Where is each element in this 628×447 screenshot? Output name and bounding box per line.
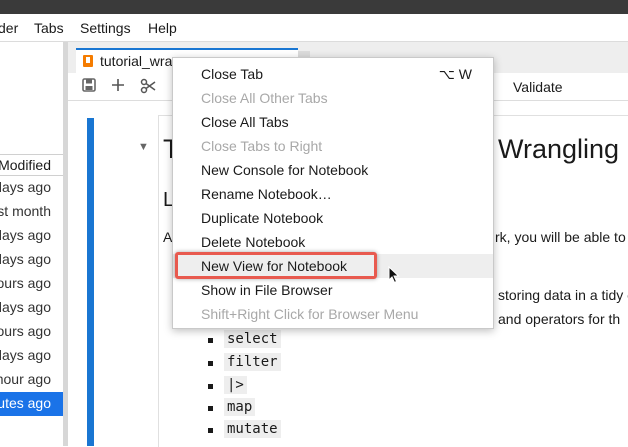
menu-view[interactable]: der xyxy=(0,20,18,36)
inline-code: select xyxy=(224,330,281,348)
menu-item-label: Close All Tabs xyxy=(201,114,289,130)
menu-item-label: Close Tab xyxy=(201,66,264,82)
paragraph-first-char: A xyxy=(163,229,173,245)
file-modified: days ago xyxy=(0,347,51,363)
file-modified: days ago xyxy=(0,227,51,243)
file-row[interactable]: st month xyxy=(0,200,63,224)
menu-settings[interactable]: Settings xyxy=(80,20,131,36)
paragraph-text: rk, you will be able to xyxy=(495,229,626,245)
file-row[interactable]: ours ago xyxy=(0,320,63,344)
menu-item-close-all-other-tabs: Close All Other Tabs xyxy=(173,86,493,110)
menu-item-delete-notebook[interactable]: Delete Notebook xyxy=(173,230,493,254)
file-row[interactable]: days ago xyxy=(0,344,63,368)
inline-code: filter xyxy=(224,353,281,371)
list-item-text: storing data in a tidy c xyxy=(498,287,628,303)
active-cell-indicator[interactable] xyxy=(87,118,94,446)
add-icon[interactable] xyxy=(109,78,127,96)
menu-item-label: Rename Notebook… xyxy=(201,186,332,202)
menu-item-shortcut: ⌥ W xyxy=(438,66,472,82)
bullet xyxy=(208,428,213,433)
modified-column-label: Modified xyxy=(0,157,51,173)
menu-item-close-tab[interactable]: Close Tab ⌥ W xyxy=(173,62,493,86)
bullet xyxy=(208,384,213,389)
menu-item-show-in-file-browser[interactable]: Show in File Browser xyxy=(173,278,493,302)
inline-code: mutate xyxy=(224,420,281,438)
notebook-icon xyxy=(83,55,93,67)
bullet xyxy=(208,361,213,366)
menu-item-close-tabs-to-right: Close Tabs to Right xyxy=(173,134,493,158)
file-modified: days ago xyxy=(0,251,51,267)
menu-item-label: Close All Other Tabs xyxy=(201,90,328,106)
file-modified: ours ago xyxy=(0,323,51,339)
tab-title: tutorial_wran xyxy=(100,53,181,69)
menu-item-label: Duplicate Notebook xyxy=(201,210,324,226)
tab-context-menu: Close Tab ⌥ W Close All Other Tabs Close… xyxy=(172,57,494,329)
file-row[interactable]: days ago xyxy=(0,176,63,200)
menu-item-label: Close Tabs to Right xyxy=(201,138,323,154)
file-modified: days ago xyxy=(0,299,51,315)
menu-item-browser-menu-hint: Shift+Right Click for Browser Menu xyxy=(173,302,493,326)
validate-button[interactable]: Validate xyxy=(513,79,563,95)
mouse-cursor-icon xyxy=(388,265,400,289)
save-icon[interactable] xyxy=(80,78,98,96)
file-browser: Modified days ago st month days ago days… xyxy=(0,42,63,446)
menu-item-label: Show in File Browser xyxy=(201,282,333,298)
menu-item-duplicate-notebook[interactable]: Duplicate Notebook xyxy=(173,206,493,230)
file-modified: st month xyxy=(0,203,51,219)
file-row[interactable]: days ago xyxy=(0,248,63,272)
annotation-highlight-box xyxy=(175,252,377,279)
list-item-text: and operators for th xyxy=(498,311,621,327)
menu-item-label: New Console for Notebook xyxy=(201,162,369,178)
cut-icon[interactable] xyxy=(139,78,157,96)
bullet xyxy=(208,406,213,411)
menubar: der Tabs Settings Help xyxy=(0,14,628,42)
menu-item-rename-notebook[interactable]: Rename Notebook… xyxy=(173,182,493,206)
file-row-selected[interactable]: utes ago xyxy=(0,392,63,416)
menu-item-label: Delete Notebook xyxy=(201,234,306,250)
window-top-strip xyxy=(0,0,628,14)
inline-code: map xyxy=(224,398,256,416)
inline-code: |> xyxy=(224,376,247,394)
menu-item-close-all-tabs[interactable]: Close All Tabs xyxy=(173,110,493,134)
file-modified: ours ago xyxy=(0,275,51,291)
collapse-arrow-icon[interactable]: ▼ xyxy=(138,141,149,153)
file-row[interactable]: days ago xyxy=(0,224,63,248)
bullet xyxy=(208,338,213,343)
menu-help[interactable]: Help xyxy=(148,20,177,36)
file-row[interactable]: days ago xyxy=(0,296,63,320)
menu-tabs[interactable]: Tabs xyxy=(34,20,64,36)
modified-column-header[interactable]: Modified xyxy=(0,154,63,176)
notebook-heading: Wrangling D xyxy=(498,134,628,164)
file-modified: hour ago xyxy=(0,371,51,387)
file-modified: utes ago xyxy=(0,395,51,411)
menu-item-label: Shift+Right Click for Browser Menu xyxy=(201,306,419,322)
file-row[interactable]: ours ago xyxy=(0,272,63,296)
file-modified: days ago xyxy=(0,179,51,195)
menu-item-new-console[interactable]: New Console for Notebook xyxy=(173,158,493,182)
file-row[interactable]: hour ago xyxy=(0,368,63,392)
